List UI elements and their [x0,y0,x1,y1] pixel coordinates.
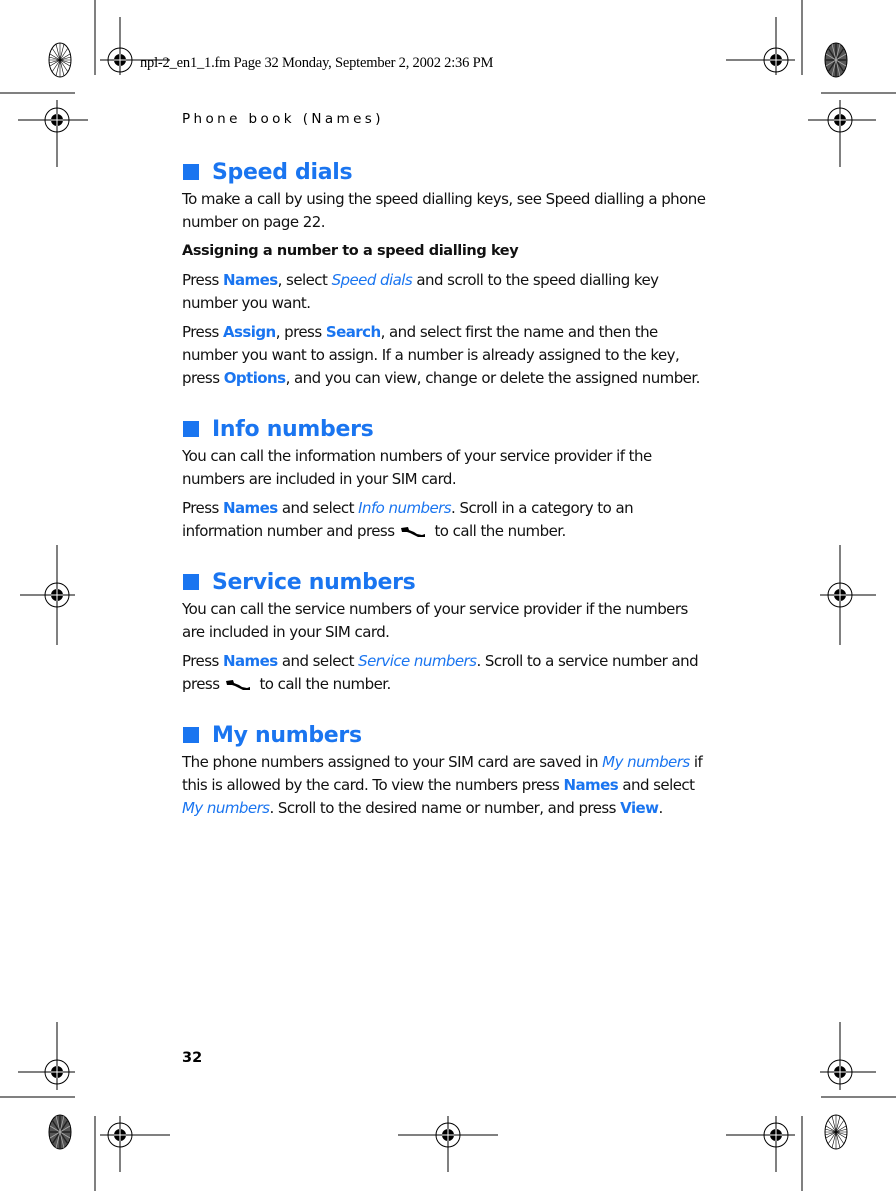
color-rosette-mark [48,42,72,78]
softkey-names: Names [222,499,278,517]
softkey-names: Names [222,652,278,670]
instruction-text: Press Names and select Info numbers. Scr… [182,499,634,540]
color-rosette-mark [824,42,848,78]
section-service-numbers: Service numbers You can call the service… [182,566,712,696]
instruction-text: Press Names and select Service numbers. … [182,652,699,693]
section-heading: My numbers [182,719,712,751]
call-key-icon [226,679,251,690]
menu-item-speed-dials: Speed dials [331,271,413,289]
intro-text: You can call the service numbers of your… [182,600,688,641]
softkey-assign: Assign [222,323,276,341]
heading-bullet-icon [183,164,199,180]
heading-bullet-icon [183,574,199,590]
menu-item-my-numbers: My numbers [182,799,270,817]
menu-item-service-numbers: Service numbers [358,652,477,670]
instruction-text: Press Assign, press Search, and select f… [182,323,700,387]
instruction-text: Press Names, select Speed dials and scro… [182,271,659,312]
print-slug: npl-2_en1_1.fm Page 32 Monday, September… [140,55,494,71]
menu-item-info-numbers: Info numbers [358,499,452,517]
section-heading: Service numbers [182,566,712,598]
menu-item-my-numbers: My numbers [602,753,690,771]
instruction-text: The phone numbers assigned to your SIM c… [182,753,703,817]
section-heading: Info numbers [182,413,712,445]
section-speed-dials: Speed dials To make a call by using the … [182,156,712,390]
subheading: Assigning a number to a speed dialling k… [182,243,519,259]
softkey-names: Names [222,271,278,289]
softkey-search: Search [325,323,381,341]
section-info-numbers: Info numbers You can call the informatio… [182,413,712,543]
section-heading: Speed dials [182,156,712,188]
section-my-numbers: My numbers The phone numbers assigned to… [182,719,712,820]
softkey-view: View [620,799,659,817]
call-key-icon [401,526,426,537]
page-number: 32 [182,1050,203,1066]
intro-text: You can call the information numbers of … [182,447,652,488]
page-content: Speed dials To make a call by using the … [182,156,712,843]
color-rosette-mark [48,1114,72,1150]
intro-text: To make a call by using the speed dialli… [182,190,706,231]
heading-bullet-icon [183,421,199,437]
softkey-options: Options [223,369,286,387]
softkey-names: Names [563,776,619,794]
heading-bullet-icon [183,727,199,743]
running-head: Phone book (Names) [182,111,384,127]
color-rosette-mark [824,1114,848,1150]
